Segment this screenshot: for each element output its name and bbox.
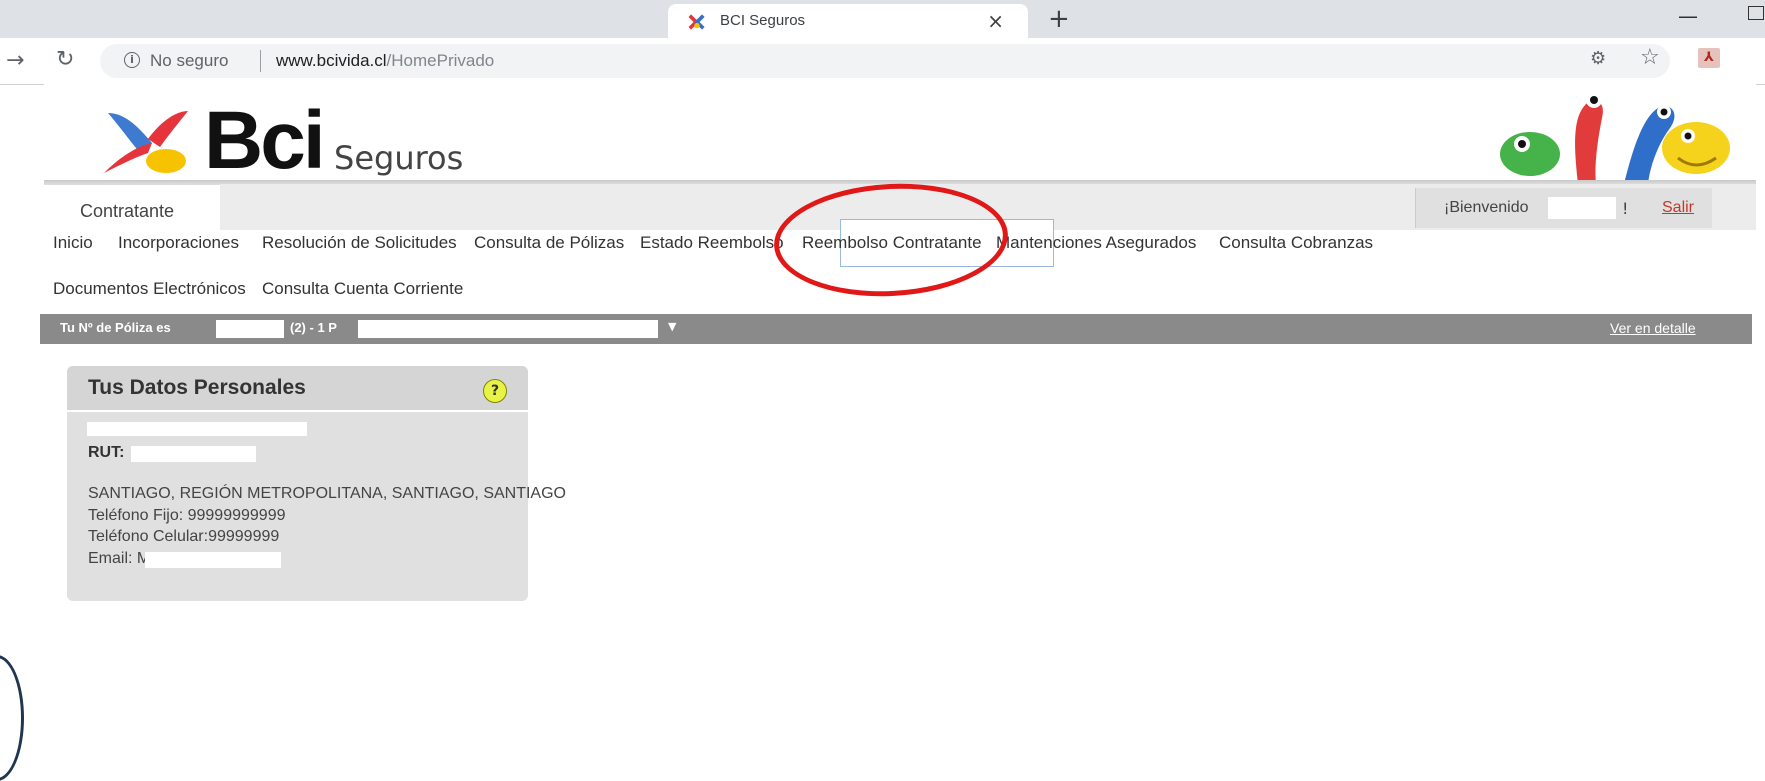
tab-title: BCI Seguros xyxy=(720,12,806,29)
menu-item-resolucion-solicitudes[interactable]: Resolución de Solicitudes xyxy=(262,233,457,253)
new-tab-icon[interactable]: + xyxy=(1048,4,1070,34)
omnibox-divider xyxy=(260,50,261,72)
menu-item-consulta-cuenta-corriente[interactable]: Consulta Cuenta Corriente xyxy=(262,279,463,299)
address-text: SANTIAGO, REGIÓN METROPOLITANA, SANTIAGO… xyxy=(88,485,566,502)
url-text[interactable]: www.bcivida.cl/HomePrivado xyxy=(276,51,494,71)
welcome-exclamation: ! xyxy=(1622,199,1629,218)
logo-bci-text: Bci xyxy=(204,95,326,186)
rut-redacted xyxy=(131,446,256,462)
forward-icon[interactable]: → xyxy=(6,48,24,73)
bci-logo-mark-icon xyxy=(104,111,188,173)
url-host: www.bcivida.cl xyxy=(276,51,387,70)
browser-tabstrip: BCI Seguros × + — xyxy=(0,0,1765,38)
bci-favicon-icon xyxy=(688,14,705,30)
menu-item-inicio[interactable]: Inicio xyxy=(53,233,93,253)
card-header: Tus Datos Personales ? xyxy=(67,366,528,412)
tab-contratante-label: Contratante xyxy=(80,201,175,221)
browser-tab[interactable]: BCI Seguros × xyxy=(668,4,1028,38)
page-edge-curve xyxy=(0,655,24,781)
policy-number-redacted xyxy=(216,320,284,338)
menu-item-consulta-cobranzas[interactable]: Consulta Cobranzas xyxy=(1219,233,1373,253)
extension-icon[interactable]: ⚙ xyxy=(1590,48,1606,69)
bookmark-star-icon[interactable]: ☆ xyxy=(1640,45,1660,70)
user-name-redacted xyxy=(1548,197,1616,219)
pdf-extension-icon[interactable]: ⅄ xyxy=(1698,48,1720,68)
tab-close-icon[interactable]: × xyxy=(987,9,1004,33)
email-text: Email: M xyxy=(88,550,151,567)
dropdown-arrow-icon[interactable]: ▼ xyxy=(668,320,676,333)
card-title: Tus Datos Personales xyxy=(88,376,306,399)
menu-item-consulta-polizas[interactable]: Consulta de Pólizas xyxy=(474,233,624,253)
policy-variant: (2) - 1 P xyxy=(290,320,337,335)
mobile-text: Teléfono Celular:99999999 xyxy=(88,528,280,545)
view-detail-link[interactable]: Ver en detalle xyxy=(1610,320,1696,336)
phone-text: Teléfono Fijo: 99999999999 xyxy=(88,507,286,524)
address-bar[interactable]: i No seguro www.bcivida.cl/HomePrivado xyxy=(100,44,1670,78)
welcome-box: ¡Bienvenido ! Salir xyxy=(1415,188,1712,228)
personal-data-card: Tus Datos Personales ? RUT: SANTIAGO, RE… xyxy=(67,366,566,601)
info-icon[interactable]: i xyxy=(124,52,140,68)
mascots-image xyxy=(1500,92,1730,184)
reload-icon[interactable]: ↻ xyxy=(56,47,74,72)
logout-link[interactable]: Salir xyxy=(1662,199,1694,217)
not-secure-label: No seguro xyxy=(150,51,229,70)
rut-label: RUT: xyxy=(88,444,125,461)
logo-seguros-text: Seguros xyxy=(334,139,464,177)
menu-item-incorporaciones[interactable]: Incorporaciones xyxy=(118,233,239,253)
menu-item-documentos-electronicos[interactable]: Documentos Electrónicos xyxy=(53,279,246,299)
policy-label: Tu Nº de Póliza es xyxy=(60,320,171,335)
maximize-icon[interactable] xyxy=(1748,6,1764,20)
menu-item-estado-reembolso[interactable]: Estado Reembolso xyxy=(640,233,784,253)
minimize-icon[interactable]: — xyxy=(1678,4,1698,28)
site-header: Bci Seguros xyxy=(44,84,1756,186)
browser-toolbar: → ↻ i No seguro www.bcivida.cl/HomePriva… xyxy=(0,38,1765,85)
name-redacted xyxy=(87,422,307,436)
url-path: /HomePrivado xyxy=(386,51,495,70)
email-redacted xyxy=(145,552,281,568)
help-icon[interactable]: ? xyxy=(483,379,507,403)
tab-contratante[interactable]: Contratante xyxy=(44,184,220,235)
welcome-text: ¡Bienvenido xyxy=(1444,199,1529,216)
policy-bar: Tu Nº de Póliza es (2) - 1 P ▼ Ver en de… xyxy=(40,314,1752,344)
menu-item-mantenciones-asegurados[interactable]: Mantenciones Asegurados xyxy=(996,233,1196,253)
policy-select[interactable] xyxy=(358,320,658,338)
